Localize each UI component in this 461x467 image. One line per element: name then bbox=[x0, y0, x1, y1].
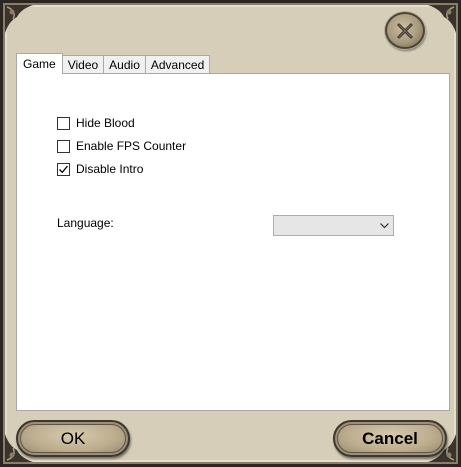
tab-advanced[interactable]: Advanced bbox=[144, 55, 211, 74]
hide-blood-label: Hide Blood bbox=[76, 116, 135, 130]
tab-video[interactable]: Video bbox=[61, 55, 105, 74]
tab-audio[interactable]: Audio bbox=[103, 55, 146, 74]
language-dropdown[interactable] bbox=[273, 215, 394, 236]
disable-intro-label: Disable Intro bbox=[76, 162, 144, 176]
fps-counter-option[interactable]: Enable FPS Counter bbox=[57, 138, 186, 154]
dialog-window: Game Video Audio Advanced Hide Blood Ena… bbox=[0, 0, 461, 467]
fps-counter-label: Enable FPS Counter bbox=[76, 139, 187, 153]
close-x-icon bbox=[397, 23, 413, 38]
close-button[interactable] bbox=[385, 12, 425, 49]
game-settings-panel: Hide Blood Enable FPS Counter Disable In… bbox=[16, 73, 450, 411]
disable-intro-checkbox[interactable] bbox=[57, 162, 70, 176]
cancel-button[interactable]: Cancel bbox=[333, 420, 447, 457]
tab-strip: Game Video Audio Advanced bbox=[16, 53, 211, 74]
language-label: Language: bbox=[57, 216, 114, 230]
hide-blood-checkbox[interactable] bbox=[57, 116, 70, 130]
ok-button[interactable]: OK bbox=[16, 420, 130, 457]
corner-ornament bbox=[3, 3, 37, 37]
chevron-down-icon bbox=[380, 223, 389, 229]
fps-counter-checkbox[interactable] bbox=[57, 139, 70, 153]
checkmark-icon bbox=[59, 165, 69, 173]
hide-blood-option[interactable]: Hide Blood bbox=[57, 115, 135, 131]
corner-ornament bbox=[424, 3, 458, 37]
tab-game[interactable]: Game bbox=[16, 53, 63, 74]
disable-intro-option[interactable]: Disable Intro bbox=[57, 161, 143, 177]
